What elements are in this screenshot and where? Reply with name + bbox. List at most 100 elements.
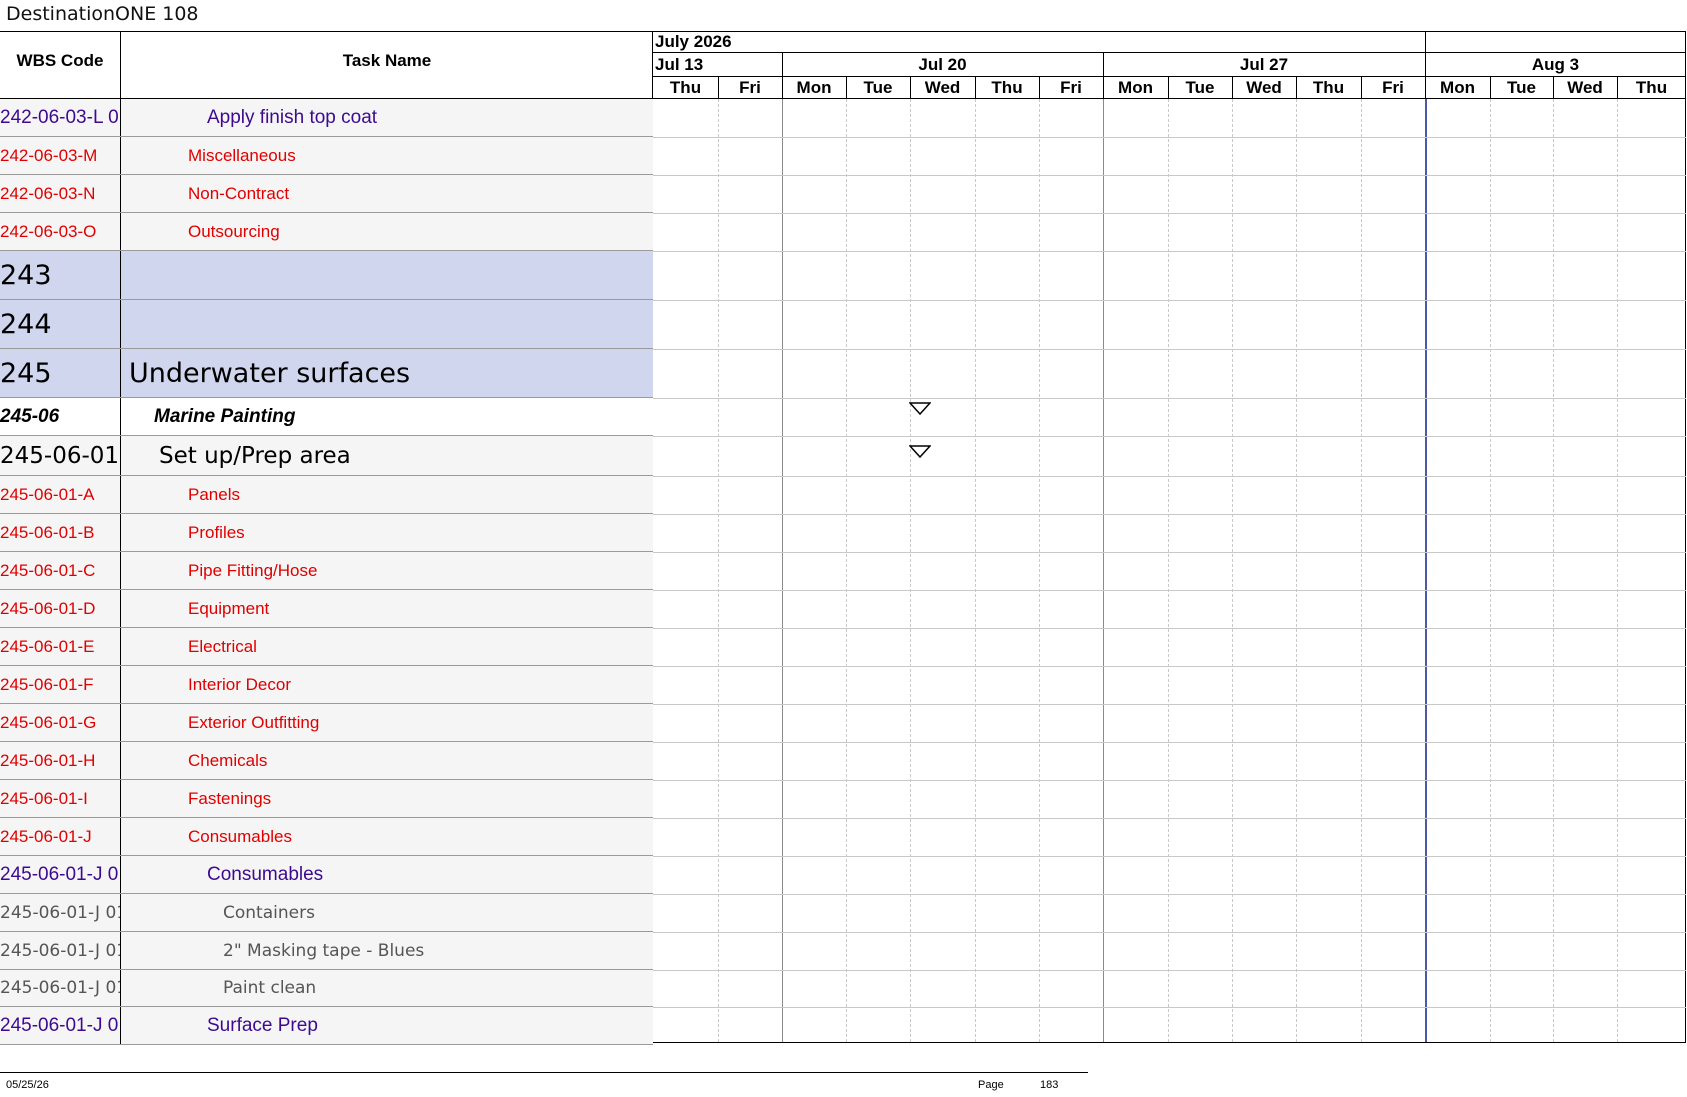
footer-page-number: 183	[1040, 1079, 1059, 1091]
task-row[interactable]: 245-06-01-G Exterior Outfitting	[0, 704, 653, 742]
task-row[interactable]: 245-06-01-I Fastenings	[0, 780, 653, 818]
wbs-code-cell[interactable]: 243	[0, 251, 121, 299]
day-gridline	[910, 99, 911, 1042]
task-row[interactable]: 245-06-01-J Consumables	[0, 818, 653, 856]
wbs-code-cell[interactable]: 245-06-01-G	[0, 704, 121, 741]
day-divider	[975, 77, 976, 99]
wbs-code-cell[interactable]: 245-06-01-C	[0, 552, 121, 589]
task-name-cell[interactable]: Outsourcing	[121, 213, 653, 250]
task-name-cell[interactable]: Interior Decor	[121, 666, 653, 703]
row-gridline	[653, 137, 1686, 138]
task-row[interactable]: 245-06-01-J 01 Paint clean	[0, 970, 653, 1007]
wbs-code-cell[interactable]: 245-06-01-J	[0, 818, 121, 855]
day-divider	[1425, 77, 1426, 99]
summary-milestone-icon[interactable]	[909, 402, 931, 416]
task-row[interactable]: 242-06-03-O Outsourcing	[0, 213, 653, 251]
footer-page-label: Page	[978, 1079, 1004, 1091]
footer-date: 05/25/26	[6, 1079, 49, 1091]
wbs-code-cell[interactable]: 242-06-03-M	[0, 137, 121, 174]
gantt-grid: WBS Code Task Name July 2026 Jul 13 Jul 2…	[0, 31, 1687, 1045]
row-gridline	[653, 514, 1686, 515]
summary-milestone-icon[interactable]	[909, 445, 931, 459]
month-divider	[1425, 31, 1426, 53]
task-name-cell[interactable]	[121, 300, 653, 348]
task-name-cell[interactable]: Exterior Outfitting	[121, 704, 653, 741]
task-row[interactable]: 245-06-01-J 0 Consumables	[0, 856, 653, 894]
task-name-cell[interactable]: Chemicals	[121, 742, 653, 779]
task-name-cell[interactable]: Fastenings	[121, 780, 653, 817]
task-name-cell[interactable]: Containers	[121, 894, 653, 931]
day-divider	[1039, 77, 1040, 99]
task-name-cell[interactable]: Apply finish top coat	[121, 99, 653, 136]
wbs-code-cell[interactable]: 245-06-01-J 01	[0, 894, 121, 931]
wbs-code-cell[interactable]: 245-06-01-A	[0, 476, 121, 513]
wbs-code-cell[interactable]: 245-06-01-J 0	[0, 1007, 121, 1044]
column-header-wbs[interactable]: WBS Code	[0, 31, 120, 91]
day-gridline	[718, 99, 719, 1042]
task-row[interactable]: 245-06 Marine Painting	[0, 398, 653, 436]
row-gridline	[653, 476, 1686, 477]
day-divider	[1232, 77, 1233, 99]
task-name-cell[interactable]: 2" Masking tape - Blues	[121, 932, 653, 969]
wbs-code-cell[interactable]: 245	[0, 349, 121, 397]
wbs-code-cell[interactable]: 245-06-01-J 01	[0, 970, 121, 1006]
task-name-cell[interactable]: Surface Prep	[121, 1007, 653, 1044]
task-row[interactable]: 244	[0, 300, 653, 349]
wbs-code-cell[interactable]: 245-06-01-J 01	[0, 932, 121, 969]
task-row[interactable]: 242-06-03-M Miscellaneous	[0, 137, 653, 175]
day-divider	[1490, 77, 1491, 99]
task-name-cell[interactable]: Equipment	[121, 590, 653, 627]
wbs-code-cell[interactable]: 244	[0, 300, 121, 348]
task-name-cell[interactable]: Marine Painting	[121, 398, 653, 435]
task-row[interactable]: 245 Underwater surfaces	[0, 349, 653, 398]
column-header-task[interactable]: Task Name	[121, 31, 653, 91]
task-name-cell[interactable]: Electrical	[121, 628, 653, 665]
wbs-code-cell[interactable]: 245-06-01-I	[0, 780, 121, 817]
day-gridline	[1361, 99, 1362, 1042]
task-name-cell[interactable]: Set up/Prep area	[121, 436, 653, 475]
task-name-cell[interactable]: Underwater surfaces	[121, 349, 653, 397]
row-gridline	[653, 628, 1686, 629]
task-name-cell[interactable]: Pipe Fitting/Hose	[121, 552, 653, 589]
task-row[interactable]: 243	[0, 251, 653, 300]
task-name-cell[interactable]: Paint clean	[121, 970, 653, 1006]
task-name-cell[interactable]: Miscellaneous	[121, 137, 653, 174]
row-gridline	[653, 590, 1686, 591]
task-row[interactable]: 245-06-01-A Panels	[0, 476, 653, 514]
wbs-code-cell[interactable]: 242-06-03-O	[0, 213, 121, 250]
task-row[interactable]: 245-06-01-F Interior Decor	[0, 666, 653, 704]
day-gridline	[1490, 99, 1491, 1042]
wbs-code-cell[interactable]: 245-06	[0, 398, 121, 435]
header-divider-wbs	[120, 31, 121, 99]
task-row[interactable]: 245-06-01-E Electrical	[0, 628, 653, 666]
wbs-code-cell[interactable]: 245-06-01-J 0	[0, 856, 121, 893]
gantt-chart-area[interactable]	[653, 99, 1686, 1042]
task-row[interactable]: 245-06-01-D Equipment	[0, 590, 653, 628]
task-name-cell[interactable]	[121, 251, 653, 299]
task-name-cell[interactable]: Profiles	[121, 514, 653, 551]
wbs-code-cell[interactable]: 245-06-01-E	[0, 628, 121, 665]
task-row[interactable]: 242-06-03-N Non-Contract	[0, 175, 653, 213]
task-name-cell[interactable]: Non-Contract	[121, 175, 653, 212]
task-name-cell[interactable]: Panels	[121, 476, 653, 513]
wbs-code-cell[interactable]: 245-06-01-B	[0, 514, 121, 551]
wbs-code-cell[interactable]: 245-06-01	[0, 436, 121, 475]
wbs-code-cell[interactable]: 245-06-01-D	[0, 590, 121, 627]
task-row[interactable]: 245-06-01-B Profiles	[0, 514, 653, 552]
task-row[interactable]: 245-06-01-C Pipe Fitting/Hose	[0, 552, 653, 590]
task-row[interactable]: 245-06-01 Set up/Prep area	[0, 436, 653, 476]
task-name-cell[interactable]: Consumables	[121, 856, 653, 893]
task-row[interactable]: 245-06-01-J 01 2" Masking tape - Blues	[0, 932, 653, 970]
task-row[interactable]: 242-06-03-L 0 Apply finish top coat	[0, 99, 653, 137]
wbs-code-cell[interactable]: 245-06-01-F	[0, 666, 121, 703]
task-row[interactable]: 245-06-01-H Chemicals	[0, 742, 653, 780]
task-row[interactable]: 245-06-01-J 0 Surface Prep	[0, 1007, 653, 1045]
current-week-marker	[1425, 99, 1427, 1042]
wbs-code-cell[interactable]: 242-06-03-L 0	[0, 99, 121, 136]
wbs-code-cell[interactable]: 245-06-01-H	[0, 742, 121, 779]
task-row[interactable]: 245-06-01-J 01 Containers	[0, 894, 653, 932]
task-name-cell[interactable]: Consumables	[121, 818, 653, 855]
timeline-week: Aug 3	[1531, 54, 1580, 74]
wbs-code-cell[interactable]: 242-06-03-N	[0, 175, 121, 212]
row-gridline	[653, 398, 1686, 399]
